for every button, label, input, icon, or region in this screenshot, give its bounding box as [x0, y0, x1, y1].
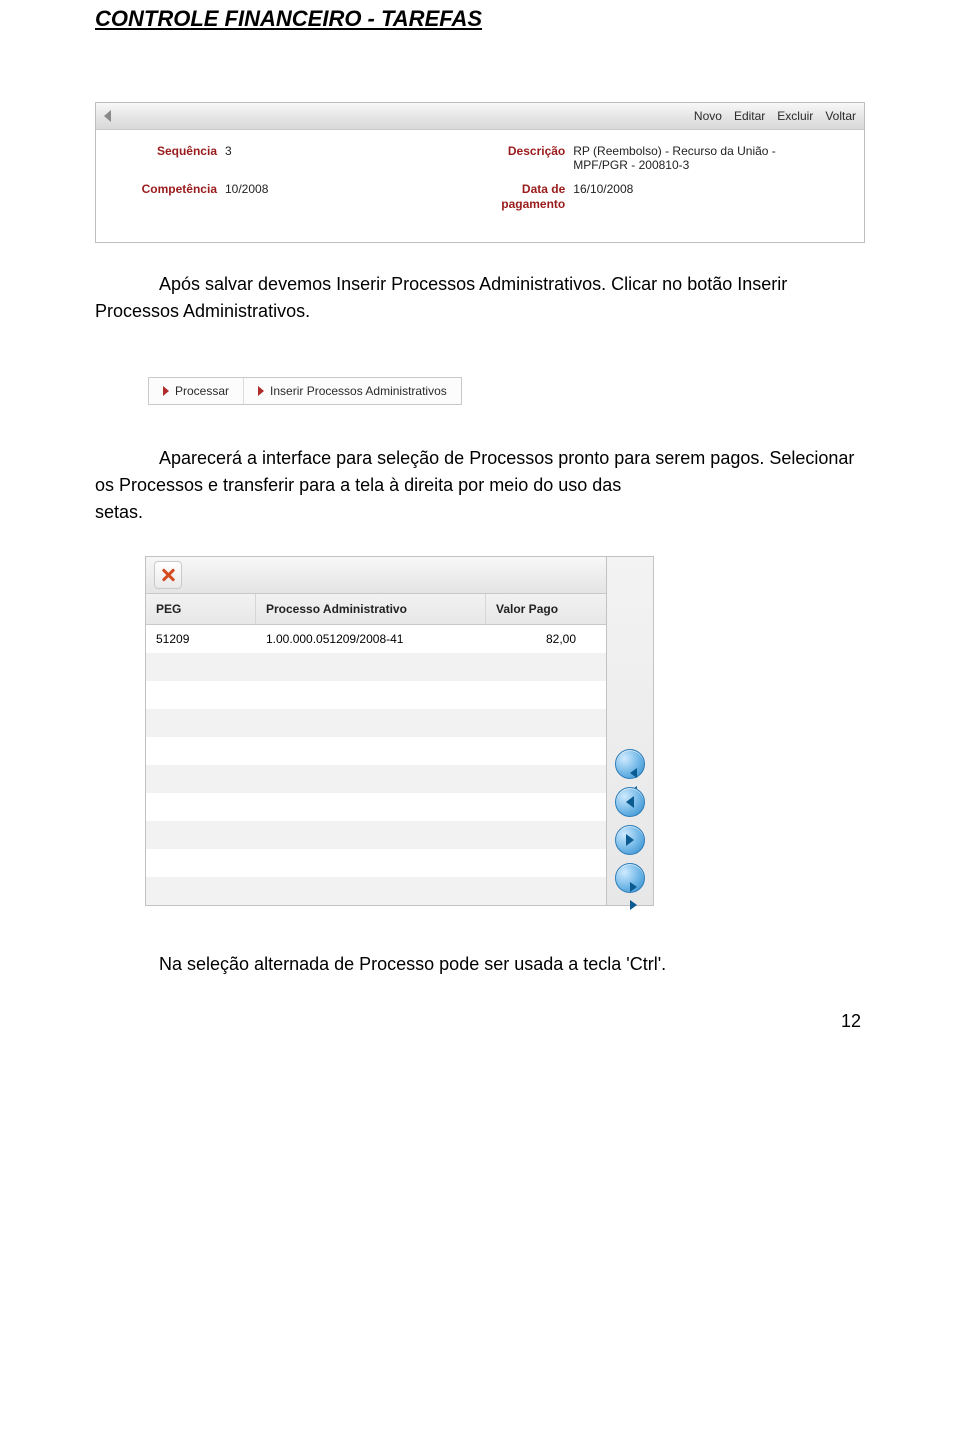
- list-toolbar: [146, 557, 606, 594]
- form-screenshot: Novo Editar Excluir Voltar Sequência 3 D…: [95, 102, 865, 243]
- excluir-link[interactable]: Excluir: [777, 109, 813, 123]
- table-row[interactable]: [146, 793, 606, 821]
- back-icon[interactable]: [104, 110, 111, 122]
- table-row[interactable]: [146, 709, 606, 737]
- data-pagamento-value: 16/10/2008: [573, 182, 633, 196]
- table-row[interactable]: 512091.00.000.051209/2008-4182,00: [146, 625, 606, 653]
- voltar-link[interactable]: Voltar: [825, 109, 856, 123]
- form-toolbar: Novo Editar Excluir Voltar: [96, 103, 864, 130]
- col-processo[interactable]: Processo Administrativo: [256, 594, 486, 624]
- table-row[interactable]: [146, 877, 606, 905]
- descricao-label: Descrição: [465, 144, 565, 159]
- delete-button[interactable]: [154, 561, 182, 589]
- action-links: Novo Editar Excluir Voltar: [694, 109, 856, 123]
- table-row[interactable]: [146, 653, 606, 681]
- sequencia-label: Sequência: [112, 144, 217, 159]
- available-table: PEG Processo Administrativo Valor Pago 5…: [145, 556, 607, 906]
- paragraph-2: Aparecerá a interface para seleção de Pr…: [95, 445, 865, 499]
- move-right-button[interactable]: [615, 825, 645, 855]
- inserir-processos-button[interactable]: Inserir Processos Administrativos: [244, 378, 461, 404]
- descricao-value: RP (Reembolso) - Recurso da União - MPF/…: [573, 144, 783, 172]
- data-pagamento-label: Data de pagamento: [465, 182, 565, 212]
- page-title: CONTROLE FINANCEIRO - TAREFAS: [95, 6, 865, 32]
- cell-valor: 82,00: [486, 632, 606, 646]
- paragraph-2-block: Aparecerá a interface para seleção de Pr…: [95, 445, 865, 526]
- table-header: PEG Processo Administrativo Valor Pago: [146, 594, 606, 625]
- cell-peg: 51209: [146, 632, 256, 646]
- processar-label: Processar: [175, 384, 229, 398]
- col-peg[interactable]: PEG: [146, 594, 256, 624]
- processar-button[interactable]: Processar: [149, 378, 243, 404]
- table-row[interactable]: [146, 849, 606, 877]
- table-body: 512091.00.000.051209/2008-4182,00: [146, 625, 606, 905]
- move-left-button[interactable]: [615, 787, 645, 817]
- play-icon: [258, 386, 264, 396]
- paragraph-3: Na seleção alternada de Processo pode se…: [95, 954, 865, 975]
- transfer-list-screenshot: PEG Processo Administrativo Valor Pago 5…: [145, 556, 865, 906]
- competencia-label: Competência: [112, 182, 217, 197]
- col-valor-pago[interactable]: Valor Pago: [486, 594, 606, 624]
- right-icon: [626, 834, 634, 846]
- table-row[interactable]: [146, 737, 606, 765]
- novo-link[interactable]: Novo: [694, 109, 722, 123]
- left-icon: [626, 796, 634, 808]
- page-number: 12: [95, 1011, 865, 1032]
- table-row[interactable]: [146, 681, 606, 709]
- inserir-label: Inserir Processos Administrativos: [270, 384, 447, 398]
- close-icon: [161, 568, 175, 582]
- move-all-right-button[interactable]: [615, 863, 645, 893]
- move-all-left-button[interactable]: [615, 749, 645, 779]
- table-row[interactable]: [146, 821, 606, 849]
- setas-line: setas.: [95, 499, 865, 526]
- table-row[interactable]: [146, 765, 606, 793]
- transfer-buttons: [607, 556, 654, 906]
- actionbar-screenshot: Processar Inserir Processos Administrati…: [148, 377, 462, 405]
- paragraph-1: Após salvar devemos Inserir Processos Ad…: [95, 271, 865, 325]
- sequencia-value: 3: [225, 144, 232, 158]
- editar-link[interactable]: Editar: [734, 109, 765, 123]
- play-icon: [163, 386, 169, 396]
- competencia-value: 10/2008: [225, 182, 268, 196]
- cell-processo: 1.00.000.051209/2008-41: [256, 632, 486, 646]
